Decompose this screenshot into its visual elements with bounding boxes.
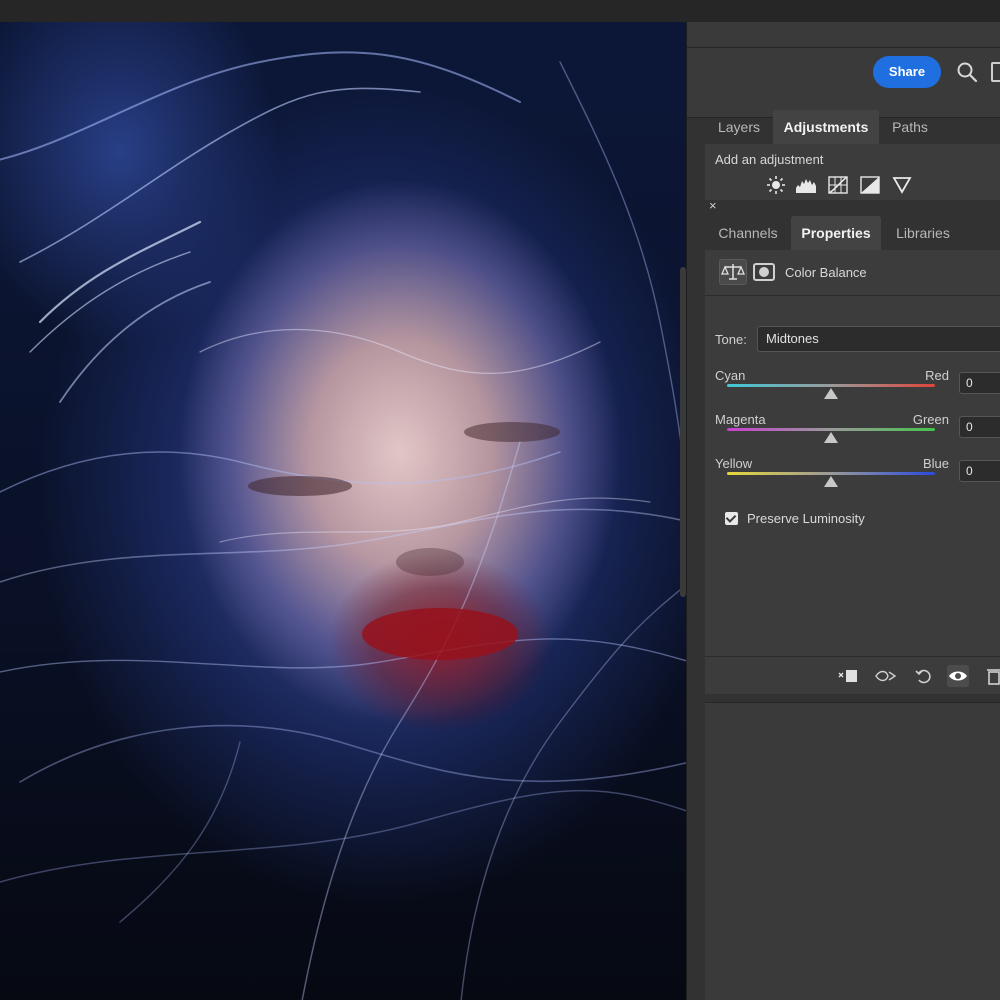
tab-adjustments[interactable]: Adjustments (773, 110, 879, 144)
share-button[interactable]: Share (873, 56, 941, 88)
tab-libraries[interactable]: Libraries (881, 216, 965, 250)
reset-icon[interactable] (913, 665, 935, 687)
preserve-luminosity-label: Preserve Luminosity (747, 511, 865, 526)
tab-channels[interactable]: Channels (705, 216, 791, 250)
right-panel: Share Layers Adjustments Paths Add an ad… (686, 22, 1000, 1000)
slider-value-input[interactable]: 0 (959, 416, 1000, 438)
top-panel-tabs: Layers Adjustments Paths (705, 110, 1000, 144)
mask-icon[interactable] (753, 263, 775, 281)
slider-value-input[interactable]: 0 (959, 372, 1000, 394)
tone-select[interactable]: Midtones (757, 326, 1000, 352)
close-icon[interactable]: × (709, 198, 717, 213)
cyan-red-slider: Cyan Red 0 (705, 368, 1000, 412)
clip-to-layer-icon[interactable] (837, 665, 859, 687)
slider-track[interactable] (727, 384, 935, 387)
search-icon[interactable] (955, 60, 979, 84)
yellow-blue-slider: Yellow Blue 0 (705, 456, 1000, 500)
slider-thumb[interactable] (824, 476, 838, 487)
tab-layers[interactable]: Layers (705, 110, 773, 144)
slider-thumb[interactable] (824, 432, 838, 443)
slider-left-label: Magenta (715, 412, 766, 427)
slider-left-label: Cyan (715, 368, 746, 383)
slider-value-input[interactable]: 0 (959, 460, 1000, 482)
levels-icon[interactable] (795, 174, 817, 196)
slider-right-label: Blue (922, 456, 949, 471)
slider-right-label: Green (912, 412, 949, 427)
curves-icon[interactable] (827, 174, 849, 196)
tab-paths[interactable]: Paths (879, 110, 941, 144)
slider-track[interactable] (727, 428, 935, 431)
magenta-green-slider: Magenta Green 0 (705, 412, 1000, 456)
bottom-panel-tabs: Channels Properties Libraries (705, 216, 1000, 250)
properties-panel: Color Balance Tone: Midtones Cyan Red 0 … (705, 250, 1000, 694)
slider-right-label: Red (925, 368, 949, 383)
exposure-icon[interactable] (859, 174, 881, 196)
visibility-icon[interactable] (947, 665, 969, 687)
delete-icon[interactable] (983, 665, 1000, 687)
empty-panel-area (705, 702, 1000, 1000)
brightness-icon[interactable] (765, 174, 787, 196)
document-canvas[interactable] (0, 22, 686, 1000)
adjustments-title: Add an adjustment (715, 152, 824, 167)
slider-left-label: Yellow (715, 456, 753, 471)
properties-footer (705, 656, 1000, 694)
adjustments-panel: Add an adjustment (705, 144, 1000, 200)
preserve-luminosity-checkbox[interactable] (725, 512, 738, 525)
color-balance-icon[interactable] (719, 259, 747, 285)
slider-track[interactable] (727, 472, 935, 475)
vibrance-icon[interactable] (891, 174, 913, 196)
app-title-bar (0, 0, 1000, 22)
properties-title: Color Balance (785, 265, 867, 280)
workspace-icon[interactable] (991, 62, 1000, 82)
panel-options-bar (687, 22, 1000, 48)
properties-header: Color Balance (705, 250, 1000, 296)
tone-label: Tone: (715, 332, 747, 347)
tab-properties[interactable]: Properties (791, 216, 881, 250)
photo-light-trails (0, 51, 686, 1000)
slider-thumb[interactable] (824, 388, 838, 399)
share-toolbar: Share (687, 48, 1000, 118)
view-previous-icon[interactable] (875, 665, 897, 687)
